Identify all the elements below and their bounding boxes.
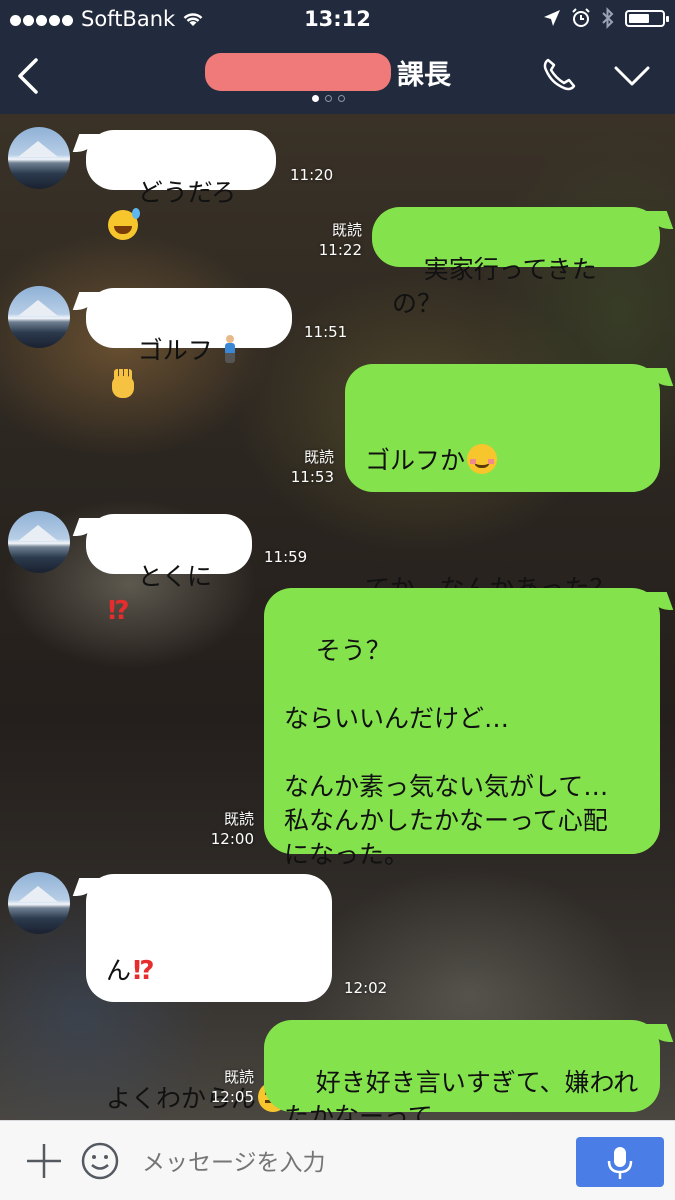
- alarm-icon: [572, 8, 590, 27]
- redacted-name: [205, 53, 391, 91]
- message-bubble-incoming[interactable]: ん⁉ よくわからん: [86, 874, 332, 1113]
- message-text: 好き好き言いすぎて、嫌われ たかなーって…: [284, 1068, 639, 1120]
- message-bubble-outgoing[interactable]: ゴルフか てか、なんかあった？: [345, 364, 660, 603]
- interrobang-emoji-icon: ⁉: [133, 956, 155, 986]
- message-time: 11:51: [304, 323, 348, 341]
- message-time: 11:20: [290, 166, 334, 184]
- message-text: とくに: [137, 562, 213, 591]
- message-line: ん⁉: [106, 954, 312, 988]
- message-input-bar: [0, 1120, 675, 1200]
- message-bubble-incoming[interactable]: とくに⁉: [86, 514, 252, 626]
- page-dot: [325, 95, 332, 102]
- message-text: ん: [106, 956, 132, 985]
- message-bubble-outgoing[interactable]: そう？ ならいいんだけど… なんか素っ気ない気がして… 私なんかしたかなーって心…: [264, 588, 660, 869]
- page-dot: [312, 95, 319, 102]
- message-text: どうだろ: [137, 178, 237, 207]
- location-arrow-icon: [544, 10, 560, 26]
- chat-header: 課長: [0, 40, 675, 114]
- avatar[interactable]: [8, 127, 70, 189]
- message-time: 12:05: [210, 1088, 254, 1106]
- microphone-icon: [607, 1147, 633, 1179]
- golfer-emoji-icon: [215, 334, 245, 364]
- read-receipt: 既読: [223, 810, 254, 828]
- message-text: 実家行ってきたの？: [392, 255, 597, 318]
- read-receipt: 既読: [223, 1068, 254, 1086]
- message-line: ゴルフか: [365, 444, 640, 478]
- message-bubble-outgoing[interactable]: 実家行ってきたの？: [372, 207, 660, 318]
- message-text: ゴルフか: [365, 446, 466, 475]
- chat-title-suffix: 課長: [397, 59, 451, 91]
- back-chevron-icon[interactable]: [10, 54, 50, 98]
- page-dot: [338, 95, 345, 102]
- status-bar: SoftBank 13:12: [0, 0, 675, 40]
- chevron-down-icon[interactable]: [610, 58, 654, 94]
- page-indicator: [312, 95, 345, 102]
- emoji-smile-icon[interactable]: [80, 1141, 120, 1181]
- sweat-smile-emoji-icon: [108, 208, 140, 240]
- bluetooth-icon: [602, 7, 614, 29]
- interrobang-emoji-icon: ⁉: [108, 596, 130, 626]
- battery-icon: [625, 9, 669, 27]
- message-time: 11:22: [318, 241, 362, 259]
- blush-emoji-icon: [467, 444, 498, 474]
- phone-icon[interactable]: [538, 54, 580, 96]
- read-receipt: 既読: [303, 448, 334, 466]
- message-text: そう？ ならいいんだけど… なんか素っ気ない気がして… 私なんかしたかなーって心…: [284, 636, 609, 869]
- mic-button[interactable]: [576, 1137, 664, 1187]
- message-input[interactable]: [140, 1143, 544, 1183]
- chat-title: 課長: [205, 52, 451, 92]
- message-time: 11:53: [290, 468, 334, 486]
- message-bubble-incoming[interactable]: ゴルフ: [86, 288, 292, 398]
- raised-hand-emoji-icon: [108, 368, 138, 398]
- plus-icon[interactable]: [24, 1141, 64, 1181]
- message-text: ゴルフ: [137, 336, 213, 365]
- avatar[interactable]: [8, 872, 70, 934]
- status-icons: [543, 7, 669, 29]
- avatar[interactable]: [8, 511, 70, 573]
- message-bubble-incoming[interactable]: どうだろ: [86, 130, 276, 240]
- message-time: 12:00: [210, 830, 254, 848]
- avatar[interactable]: [8, 286, 70, 348]
- read-receipt: 既読: [331, 221, 362, 239]
- message-time: 11:59: [264, 548, 308, 566]
- message-time: 12:02: [344, 979, 388, 997]
- message-bubble-outgoing[interactable]: 好き好き言いすぎて、嫌われ たかなーって…: [264, 1020, 660, 1120]
- chat-area[interactable]: どうだろ 11:20 既読 11:22 実家行ってきたの？ ゴルフ 11:51 …: [0, 114, 675, 1120]
